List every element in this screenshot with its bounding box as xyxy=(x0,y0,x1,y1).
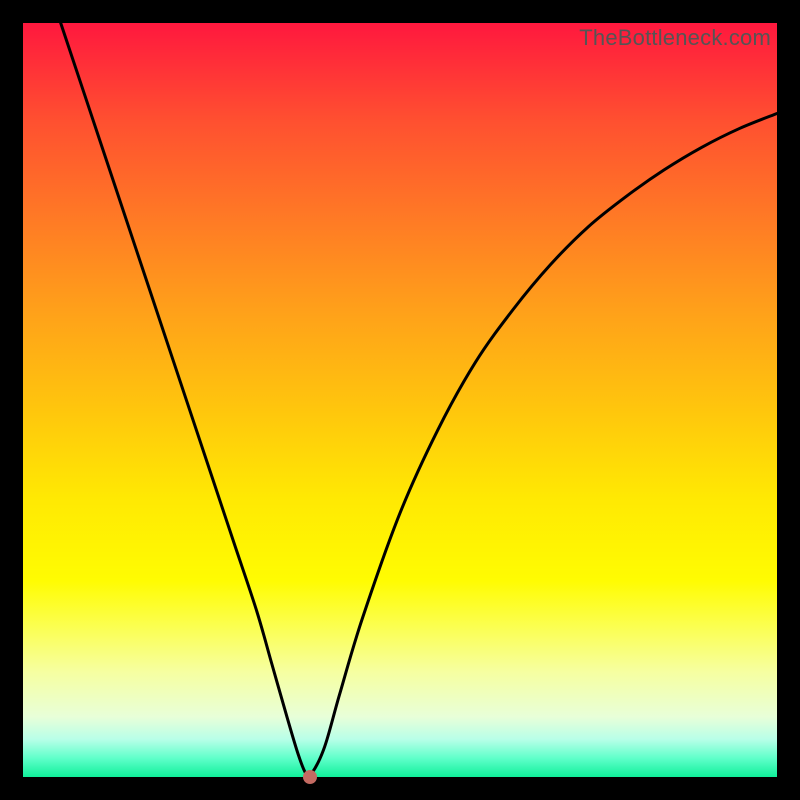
plot-area: TheBottleneck.com xyxy=(23,23,777,777)
min-point-marker xyxy=(303,770,317,784)
bottleneck-curve-path xyxy=(61,23,777,776)
chart-frame: TheBottleneck.com xyxy=(0,0,800,800)
chart-svg xyxy=(23,23,777,777)
